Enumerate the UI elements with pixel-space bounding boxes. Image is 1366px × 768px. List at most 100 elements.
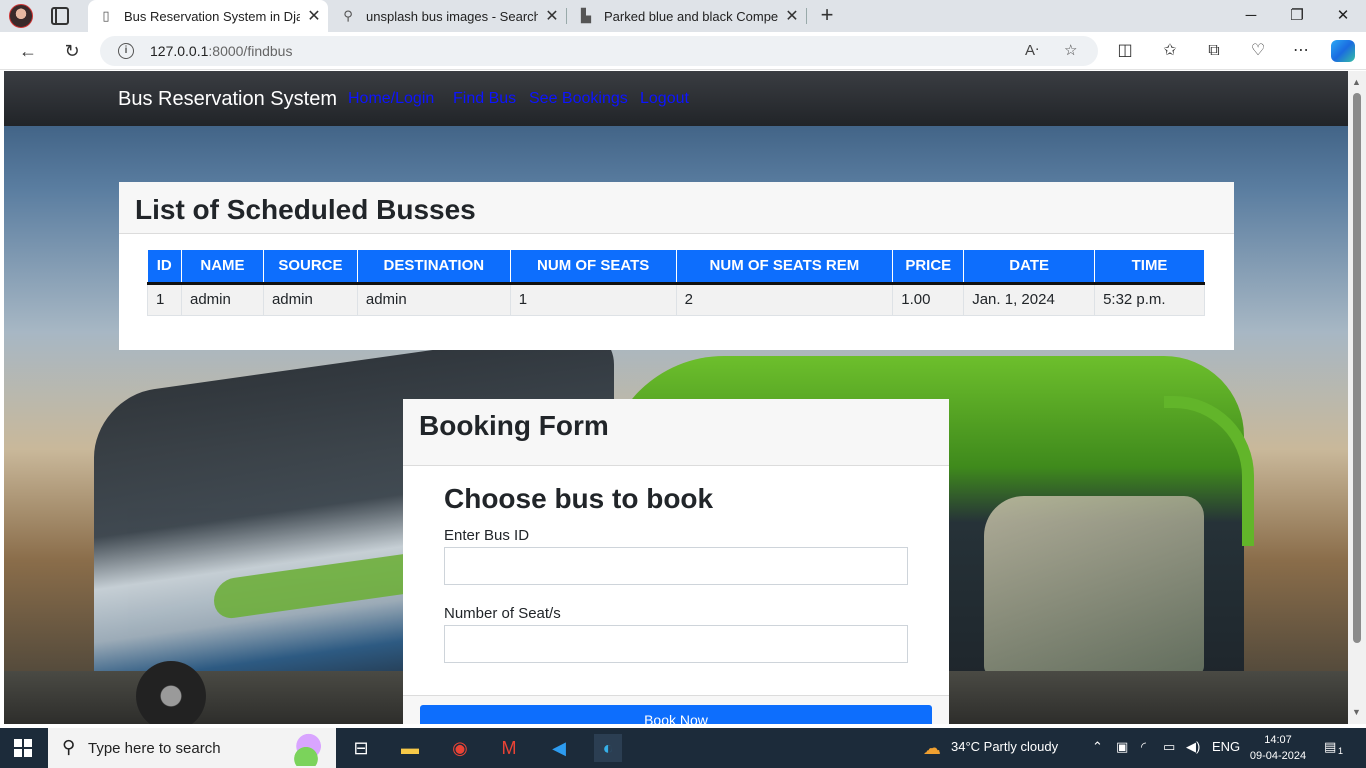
restore-button[interactable]: ❐ — [1274, 0, 1320, 32]
language-indicator[interactable]: ENG — [1212, 739, 1240, 754]
volume-icon[interactable]: ◀) — [1186, 739, 1200, 755]
seats-input[interactable] — [444, 625, 908, 663]
close-icon[interactable]: ✕ — [300, 6, 328, 26]
tab-bus-reservation[interactable]: ▯ Bus Reservation System in Djang ✕ — [88, 0, 328, 32]
col-num-seats-rem: NUM OF SEATS REM — [676, 250, 894, 285]
col-time: TIME — [1094, 250, 1205, 285]
show-hidden-icons[interactable]: ⌃ — [1092, 739, 1103, 755]
gmail-icon[interactable]: M — [495, 734, 523, 762]
table-row: 1 admin admin admin 1 2 1.00 Jan. 1, 202… — [147, 283, 1205, 316]
choose-bus-heading: Choose bus to book — [444, 483, 714, 514]
browser-tab-bar: ▯ Bus Reservation System in Djang ✕ ⚲ un… — [0, 0, 1366, 32]
collections-icon[interactable]: ⧉ — [1203, 40, 1225, 62]
close-window-button[interactable]: ✕ — [1320, 0, 1366, 32]
search-icon: ⚲ — [343, 8, 353, 23]
scrollbar-thumb[interactable] — [1353, 93, 1361, 643]
cell-time: 5:32 p.m. — [1094, 283, 1205, 316]
refresh-button[interactable]: ↻ — [58, 38, 86, 64]
favorite-star-icon[interactable]: ☆ — [1064, 41, 1077, 59]
network-icon[interactable]: ◜ — [1141, 739, 1146, 755]
notification-count: 1 — [1338, 746, 1344, 756]
bus-list-title: List of Scheduled Busses — [135, 194, 476, 225]
cell-date: Jan. 1, 2024 — [963, 283, 1096, 316]
tab-title: Parked blue and black Compertu — [604, 8, 778, 24]
nav-find-bus[interactable]: Find Bus — [453, 90, 516, 108]
cell-num-seats-rem: 2 — [676, 283, 894, 316]
taskbar-search[interactable]: ⚲ Type here to search — [48, 728, 336, 768]
nav-logout[interactable]: Logout — [640, 90, 689, 108]
scroll-down-icon[interactable]: ▼ — [1352, 707, 1361, 717]
read-aloud-icon[interactable]: Aᐧ — [1025, 41, 1039, 59]
meet-now-icon[interactable]: ▣ — [1116, 739, 1128, 755]
browser-essentials-icon[interactable]: ♡ — [1247, 40, 1269, 62]
site-info-icon[interactable]: i — [118, 43, 134, 59]
image-icon: ▙ — [581, 8, 591, 23]
taskbar-search-placeholder: Type here to search — [88, 740, 221, 757]
new-tab-button[interactable]: + — [815, 4, 839, 28]
col-num-seats: NUM OF SEATS — [510, 250, 677, 285]
url-host: 127.0.0.1 — [150, 43, 209, 59]
favorites-icon[interactable]: ✩ — [1159, 40, 1181, 62]
scroll-up-icon[interactable]: ▲ — [1352, 77, 1361, 87]
weather-icon[interactable]: ☁ — [918, 734, 946, 762]
booking-form-header: Booking Form — [403, 399, 949, 466]
copilot-icon[interactable] — [1331, 40, 1355, 62]
nav-see-bookings[interactable]: See Bookings — [529, 90, 628, 108]
back-button[interactable]: ← — [14, 38, 42, 64]
tab-parked-bus[interactable]: ▙ Parked blue and black Compertu ✕ — [568, 0, 806, 32]
url-field[interactable]: i 127.0.0.1:8000/findbus Aᐧ ☆ — [100, 36, 1098, 66]
col-price: PRICE — [892, 250, 965, 285]
chrome-icon[interactable]: ◉ — [446, 734, 474, 762]
seats-label: Number of Seat/s — [444, 605, 561, 622]
taskbar-clock[interactable]: 14:07 09-04-2024 — [1248, 732, 1308, 764]
file-explorer-icon[interactable]: ▬ — [396, 734, 424, 762]
booking-form-title: Booking Form — [419, 410, 609, 441]
bus-table: ID NAME SOURCE DESTINATION NUM OF SEATS … — [147, 250, 1205, 316]
col-id: ID — [147, 250, 182, 285]
url-path: :8000/findbus — [208, 43, 293, 59]
search-icon: ⚲ — [62, 737, 76, 757]
address-bar-row: ← ↻ i 127.0.0.1:8000/findbus Aᐧ ☆ ◫ ✩ ⧉ … — [0, 32, 1366, 70]
booking-form-card: Booking Form Choose bus to book Enter Bu… — [403, 399, 949, 724]
edge-icon[interactable]: ◐ — [594, 734, 622, 762]
col-name: NAME — [181, 250, 264, 285]
tab-title: unsplash bus images - Search — [366, 8, 538, 24]
url-text: 127.0.0.1:8000/findbus — [150, 43, 292, 59]
vscode-icon[interactable]: ◀ — [545, 734, 573, 762]
cell-destination: admin — [357, 283, 511, 316]
bus-id-input[interactable] — [444, 547, 908, 585]
minimize-button[interactable]: ─ — [1228, 0, 1274, 32]
cell-price: 1.00 — [892, 283, 965, 316]
cell-source: admin — [263, 283, 358, 316]
page-icon: ▯ — [102, 8, 110, 23]
bus-id-label: Enter Bus ID — [444, 527, 530, 544]
page-scrollbar[interactable]: ▲ ▼ — [1348, 71, 1366, 724]
site-brand[interactable]: Bus Reservation System — [118, 88, 337, 111]
bus-list-card: List of Scheduled Busses ID NAME SOURCE … — [119, 182, 1234, 350]
tab-unsplash-search[interactable]: ⚲ unsplash bus images - Search ✕ — [330, 0, 566, 32]
book-now-button[interactable]: Book Now — [420, 705, 932, 724]
weather-text[interactable]: 34°C Partly cloudy — [951, 739, 1058, 754]
cell-name: admin — [181, 283, 264, 316]
close-icon[interactable]: ✕ — [538, 6, 566, 26]
col-date: DATE — [963, 250, 1096, 285]
tab-actions-icon[interactable] — [51, 7, 69, 25]
search-highlight-icon — [280, 730, 332, 766]
table-header-row: ID NAME SOURCE DESTINATION NUM OF SEATS … — [147, 250, 1205, 285]
clock-time: 14:07 — [1264, 734, 1292, 746]
task-view-icon[interactable]: ⊟ — [347, 734, 375, 762]
clock-date: 09-04-2024 — [1249, 750, 1307, 762]
tab-divider — [806, 8, 807, 24]
split-screen-icon[interactable]: ◫ — [1114, 40, 1136, 62]
profile-avatar[interactable] — [9, 4, 33, 28]
tab-title: Bus Reservation System in Djang — [124, 8, 300, 24]
battery-icon[interactable]: ▭ — [1163, 739, 1175, 755]
more-menu-icon[interactable]: ⋯ — [1290, 40, 1312, 62]
close-icon[interactable]: ✕ — [778, 6, 806, 26]
notification-icon[interactable]: ▤ — [1324, 739, 1336, 755]
windows-start-icon[interactable] — [14, 739, 32, 757]
page-viewport: Bus Reservation System Home/Login Find B… — [4, 71, 1348, 724]
nav-home-login[interactable]: Home/Login — [348, 90, 434, 108]
windows-taskbar: ⚲ Type here to search ⊟ ▬ ◉ M ◀ ◐ ☁ 34°C… — [0, 728, 1366, 768]
cell-id: 1 — [147, 283, 182, 316]
